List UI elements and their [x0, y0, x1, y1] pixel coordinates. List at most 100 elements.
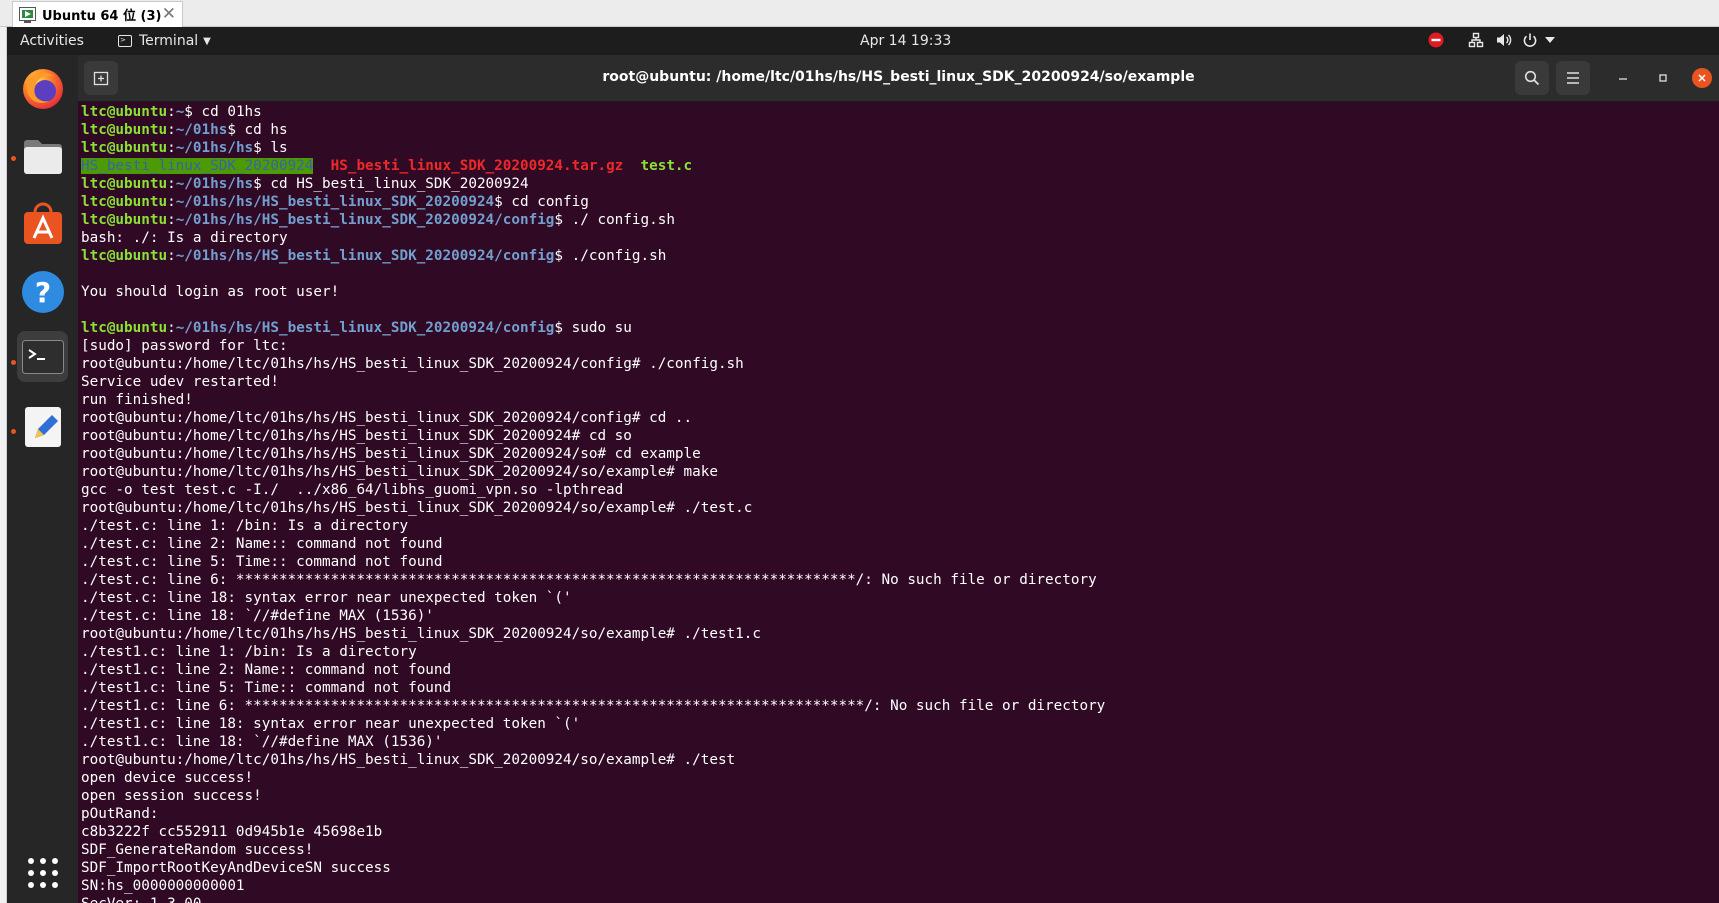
terminal-header-bar: root@ubuntu: /home/ltc/01hs/hs/HS_besti_… [78, 55, 1719, 102]
terminal-text-segment: ~/01hs/hs/HS_besti_linux_SDK_20200924/co… [175, 248, 555, 264]
terminal-small-icon: > [118, 35, 132, 47]
terminal-text-segment: ltc@ubuntu [81, 320, 168, 336]
editor-running-indicator [11, 429, 16, 434]
terminal-line: ltc@ubuntu:~/01hs/hs/HS_besti_linux_SDK_… [81, 319, 1105, 337]
minimize-icon [1619, 78, 1627, 80]
search-button[interactable] [1515, 61, 1549, 95]
chevron-down-icon[interactable] [1545, 37, 1555, 44]
terminal-text-segment: You should login as root user! [81, 284, 340, 300]
firefox-icon [22, 68, 63, 109]
volume-icon[interactable] [1496, 32, 1512, 48]
text-editor-icon [24, 406, 61, 447]
gnome-top-bar: Activities > Terminal ▼ Apr 14 19:33 [7, 27, 1719, 55]
terminal-text-segment: : [167, 320, 176, 336]
terminal-text-segment: [sudo] password for ltc: [81, 338, 288, 354]
terminal-text-segment: ./test1.c: line 18: syntax error near un… [81, 716, 581, 732]
terminal-text-segment: SecVer: 1.3.00 [81, 896, 202, 903]
maximize-button[interactable] [1653, 68, 1673, 88]
terminal-text-segment: pOutRand: [81, 806, 159, 822]
terminal-line: ./test1.c: line 5: Time:: command not fo… [81, 679, 1105, 697]
app-menu-button[interactable]: > Terminal ▼ [118, 33, 211, 49]
terminal-text-segment: ./test1.c: line 2: Name:: command not fo… [81, 662, 452, 678]
terminal-text-segment: ./test.c: line 1: /bin: Is a directory [81, 518, 409, 534]
dock-text-editor[interactable] [17, 401, 68, 452]
terminal-text-segment: root@ubuntu:/home/ltc/01hs/hs/HS_besti_l… [81, 464, 718, 480]
terminal-text-segment: test.c [640, 158, 693, 174]
terminal-text-segment: ltc@ubuntu [81, 212, 168, 228]
show-apps-button[interactable] [17, 847, 68, 898]
power-icon[interactable] [1522, 32, 1538, 48]
terminal-line: root@ubuntu:/home/ltc/01hs/hs/HS_besti_l… [81, 751, 1105, 769]
network-icon[interactable] [1468, 32, 1484, 48]
terminal-text-segment: : [167, 248, 176, 264]
terminal-line: root@ubuntu:/home/ltc/01hs/hs/HS_besti_l… [81, 445, 1105, 463]
close-button[interactable] [1692, 68, 1712, 88]
terminal-line: root@ubuntu:/home/ltc/01hs/hs/HS_besti_l… [81, 625, 1105, 643]
dock-files[interactable] [17, 131, 68, 182]
terminal-text-segment: ./test1.c: line 5: Time:: command not fo… [81, 680, 452, 696]
terminal-line: ./test.c: line 18: syntax error near une… [81, 589, 1105, 607]
vm-tab-title: Ubuntu 64 位 (3) [42, 9, 162, 24]
dock-help[interactable]: ? [17, 266, 68, 317]
terminal-text-segment: ./test.c: line 5: Time:: command not fou… [81, 554, 443, 570]
terminal-text-segment: root@ubuntu:/home/ltc/01hs/hs/HS_besti_l… [81, 446, 701, 462]
files-running-indicator [11, 156, 16, 161]
terminal-text-segment: $ ./ config.sh [554, 212, 675, 228]
menu-button[interactable] [1556, 61, 1590, 95]
terminal-text-segment: ~ [175, 104, 185, 120]
do-not-disturb-icon[interactable] [1428, 32, 1444, 48]
terminal-text-segment: root@ubuntu:/home/ltc/01hs/hs/HS_besti_l… [81, 752, 736, 768]
terminal-text-segment: root@ubuntu:/home/ltc/01hs/hs/HS_besti_l… [81, 500, 753, 516]
terminal-text-segment: : [167, 212, 176, 228]
terminal-text-segment: c8b3222f cc552911 0d945b1e 45698e1b [81, 824, 383, 840]
terminal-line: open device success! [81, 769, 1105, 787]
terminal-line: ltc@ubuntu:~/01hs/hs/HS_besti_linux_SDK_… [81, 247, 1105, 265]
files-icon [23, 139, 62, 174]
maximize-icon [1659, 74, 1667, 82]
terminal-text-segment: $ ./config.sh [554, 248, 667, 264]
terminal-text-segment: root@ubuntu:/home/ltc/01hs/hs/HS_besti_l… [81, 410, 693, 426]
terminal-line: root@ubuntu:/home/ltc/01hs/hs/HS_besti_l… [81, 463, 1105, 481]
activities-button[interactable]: Activities [20, 33, 84, 49]
terminal-text-segment: ltc@ubuntu [81, 140, 168, 156]
svg-text:?: ? [34, 276, 50, 309]
terminal-icon [21, 339, 64, 374]
minimize-button[interactable] [1613, 68, 1633, 88]
terminal-text-segment: : [167, 176, 176, 192]
terminal-line: root@ubuntu:/home/ltc/01hs/hs/HS_besti_l… [81, 499, 1105, 517]
terminal-output[interactable]: ltc@ubuntu:~$ cd 01hs ltc@ubuntu:~/01hs$ … [78, 102, 1719, 903]
terminal-text-segment: root@ubuntu:/home/ltc/01hs/hs/HS_besti_l… [81, 356, 744, 372]
terminal-line: ltc@ubuntu:~/01hs/hs/HS_besti_linux_SDK_… [81, 193, 1105, 211]
terminal-text-segment: gcc -o test test.c -I./ ../x86_64/libhs_… [81, 482, 624, 498]
show-apps-grid-icon [27, 857, 58, 888]
terminal-text-segment: ltc@ubuntu [81, 176, 168, 192]
software-icon [23, 202, 62, 244]
terminal-text-segment: ./test.c: line 6: **********************… [81, 572, 1097, 588]
terminal-text-segment: run finished! [81, 392, 193, 408]
terminal-text-segment: ./test.c: line 2: Name:: command not fou… [81, 536, 443, 552]
dock-firefox[interactable] [17, 63, 68, 114]
terminal-text-segment: ~/01hs/hs [175, 176, 254, 192]
terminal-line: SDF_ImportRootKeyAndDeviceSN success [81, 859, 1105, 877]
host-window-edge [0, 27, 7, 903]
vm-tab-close-icon[interactable]: ✕ [162, 4, 176, 24]
terminal-line: ./test.c: line 18: `//#define MAX (1536)… [81, 607, 1105, 625]
dock-software[interactable] [17, 198, 68, 249]
dock-terminal[interactable] [17, 331, 68, 382]
vm-tab[interactable]: Ubuntu 64 位 (3) ✕ [12, 1, 183, 27]
terminal-text-segment: : [167, 104, 176, 120]
terminal-line: root@ubuntu:/home/ltc/01hs/hs/HS_besti_l… [81, 409, 1105, 427]
terminal-text-segment: : [167, 140, 176, 156]
terminal-text-segment: root@ubuntu:/home/ltc/01hs/hs/HS_besti_l… [81, 428, 632, 444]
clock[interactable]: Apr 14 19:33 [860, 33, 951, 49]
terminal-line: SDF_GenerateRandom success! [81, 841, 1105, 859]
terminal-text-segment: ~/01hs/hs/HS_besti_linux_SDK_20200924 [175, 194, 495, 210]
terminal-text-segment: $ cd config [494, 194, 589, 210]
vm-monitor-icon [19, 6, 36, 23]
terminal-line: ./test.c: line 6: **********************… [81, 571, 1105, 589]
terminal-line: ./test1.c: line 1: /bin: Is a directory [81, 643, 1105, 661]
terminal-line: bash: ./: Is a directory [81, 229, 1105, 247]
terminal-line: ./test1.c: line 6: *********************… [81, 697, 1105, 715]
